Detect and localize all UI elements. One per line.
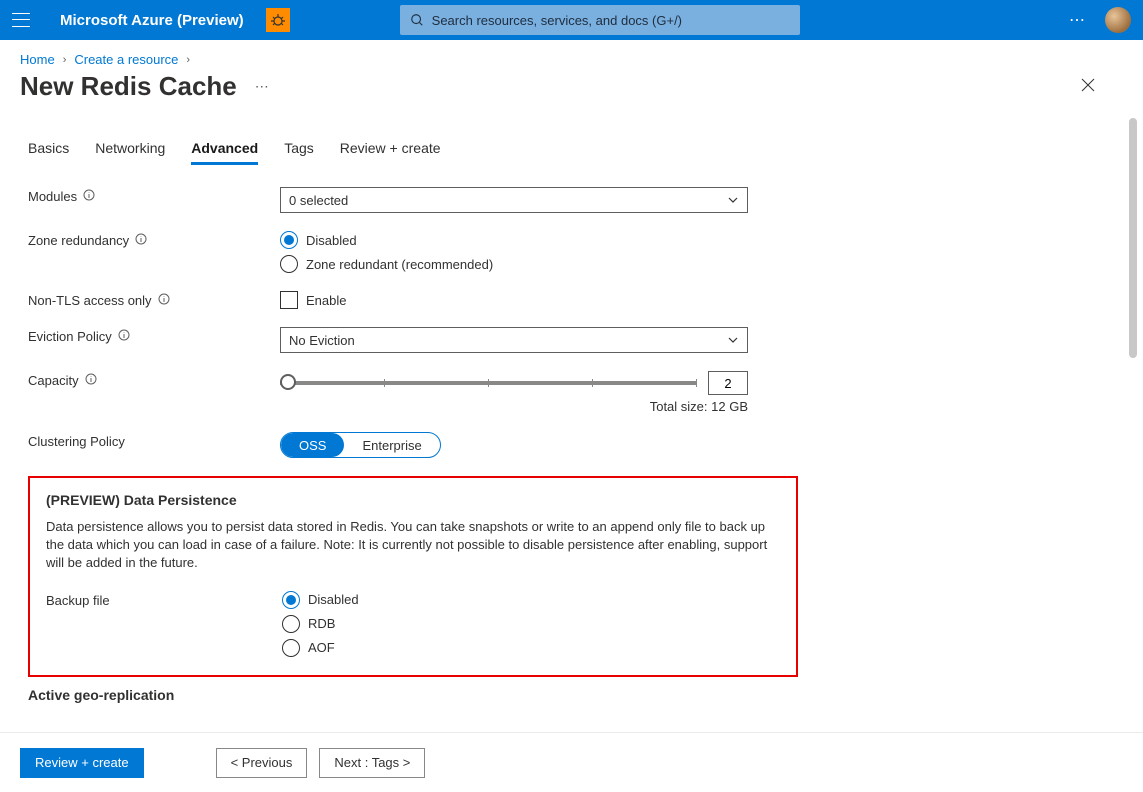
page-title: New Redis Cache: [20, 71, 237, 102]
radio-label: Disabled: [306, 233, 357, 248]
more-icon[interactable]: ⋯: [1069, 10, 1087, 30]
zone-redundant-radio[interactable]: Zone redundant (recommended): [280, 255, 748, 273]
close-icon[interactable]: [1081, 78, 1095, 95]
eviction-select[interactable]: No Eviction: [280, 327, 748, 353]
next-button[interactable]: Next : Tags >: [319, 748, 425, 778]
radio-icon: [280, 255, 298, 273]
tab-advanced[interactable]: Advanced: [191, 140, 258, 165]
avatar[interactable]: [1105, 7, 1131, 33]
info-icon[interactable]: [85, 373, 97, 388]
search-placeholder: Search resources, services, and docs (G+…: [432, 13, 682, 28]
chevron-down-icon: [727, 334, 739, 346]
breadcrumb: Home › Create a resource ›: [0, 40, 1143, 71]
info-icon[interactable]: [83, 189, 95, 204]
radio-label: AOF: [308, 640, 335, 655]
search-input[interactable]: Search resources, services, and docs (G+…: [400, 5, 800, 35]
radio-label: RDB: [308, 616, 335, 631]
persistence-desc: Data persistence allows you to persist d…: [46, 518, 780, 573]
breadcrumb-create[interactable]: Create a resource: [74, 52, 178, 67]
tab-tags[interactable]: Tags: [284, 140, 314, 165]
nontls-label: Non-TLS access only: [28, 293, 152, 308]
info-icon[interactable]: [135, 233, 147, 248]
breadcrumb-home[interactable]: Home: [20, 52, 55, 67]
capacity-label: Capacity: [28, 373, 79, 388]
modules-select[interactable]: 0 selected: [280, 187, 748, 213]
radio-icon: [282, 591, 300, 609]
clustering-enterprise-option[interactable]: Enterprise: [344, 433, 439, 457]
zone-disabled-radio[interactable]: Disabled: [280, 231, 748, 249]
top-bar: Microsoft Azure (Preview) Search resourc…: [0, 0, 1143, 40]
checkbox-icon: [280, 291, 298, 309]
chevron-right-icon: ›: [186, 54, 190, 66]
radio-icon: [280, 231, 298, 249]
persistence-title: (PREVIEW) Data Persistence: [46, 492, 780, 508]
radio-icon: [282, 615, 300, 633]
clustering-toggle: OSS Enterprise: [280, 432, 441, 458]
capacity-total: Total size: 12 GB: [280, 399, 748, 414]
title-row: New Redis Cache ⋯: [0, 71, 1143, 110]
backup-rdb-radio[interactable]: RDB: [282, 615, 750, 633]
radio-icon: [282, 639, 300, 657]
chevron-down-icon: [727, 194, 739, 206]
info-icon[interactable]: [158, 293, 170, 308]
eviction-label: Eviction Policy: [28, 329, 112, 344]
geo-replication-heading: Active geo-replication: [28, 687, 1115, 703]
review-create-button[interactable]: Review + create: [20, 748, 144, 778]
backup-label: Backup file: [46, 593, 110, 608]
checkbox-label: Enable: [306, 293, 346, 308]
slider-thumb[interactable]: [280, 374, 296, 390]
tab-review[interactable]: Review + create: [340, 140, 441, 165]
title-more-icon[interactable]: ⋯: [255, 78, 270, 95]
chevron-right-icon: ›: [63, 54, 67, 66]
tab-basics[interactable]: Basics: [28, 140, 69, 165]
scrollbar[interactable]: [1129, 118, 1137, 358]
capacity-input[interactable]: [708, 371, 748, 395]
previous-button[interactable]: < Previous: [216, 748, 308, 778]
capacity-slider[interactable]: [280, 381, 696, 385]
bug-icon[interactable]: [266, 8, 290, 32]
backup-aof-radio[interactable]: AOF: [282, 639, 750, 657]
tab-networking[interactable]: Networking: [95, 140, 165, 165]
modules-label: Modules: [28, 189, 77, 204]
footer-bar: Review + create < Previous Next : Tags >: [0, 732, 1143, 792]
brand-label[interactable]: Microsoft Azure (Preview): [60, 12, 244, 29]
backup-disabled-radio[interactable]: Disabled: [282, 591, 750, 609]
modules-value: 0 selected: [289, 193, 348, 208]
radio-label: Zone redundant (recommended): [306, 257, 493, 272]
data-persistence-section: (PREVIEW) Data Persistence Data persiste…: [28, 476, 798, 677]
zone-label: Zone redundancy: [28, 233, 129, 248]
clustering-label: Clustering Policy: [28, 434, 125, 449]
content-area: Basics Networking Advanced Tags Review +…: [0, 110, 1143, 703]
hamburger-menu-icon[interactable]: [12, 10, 32, 30]
info-icon[interactable]: [118, 329, 130, 344]
tabs: Basics Networking Advanced Tags Review +…: [28, 140, 1115, 165]
eviction-value: No Eviction: [289, 333, 355, 348]
radio-label: Disabled: [308, 592, 359, 607]
nontls-checkbox[interactable]: Enable: [280, 291, 748, 309]
clustering-oss-option[interactable]: OSS: [281, 433, 344, 457]
